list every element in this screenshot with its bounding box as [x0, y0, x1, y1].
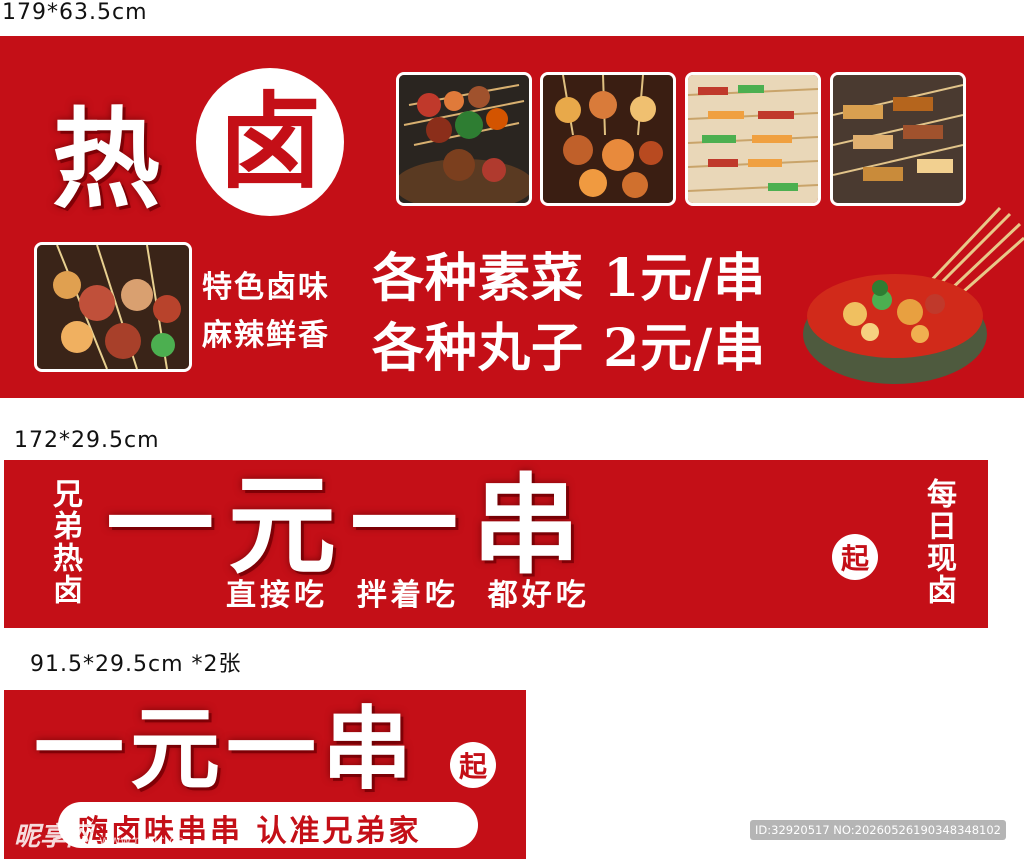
- banner1-price-line-1: 各种素菜 1元/串: [372, 248, 767, 309]
- banner1-slogan-line-1: 特色卤味: [202, 270, 330, 305]
- banner2-headline: 一元一串: [106, 463, 595, 589]
- banner1-title-char-2: 卤: [217, 80, 322, 203]
- watermark-id-text: ID:32920517 NO:20260526190348348102: [755, 823, 1001, 837]
- banner2-left-vertical-text: 兄弟热卤: [47, 478, 82, 606]
- banner1-title-char-1: 热: [52, 97, 161, 223]
- banner2-size-label: 172*29.5cm: [14, 428, 160, 453]
- watermark-logo: 昵享网 www.nipic.cn: [14, 816, 184, 853]
- banner2-right-vertical-text: 每日现卤: [921, 478, 956, 606]
- banner2-badge: 起: [832, 534, 878, 580]
- skewer-display-photo: [830, 72, 966, 206]
- banner1-slogan-line-2: 麻辣鲜香: [202, 318, 330, 353]
- banner3-size-label: 91.5*29.5cm *2张: [30, 652, 242, 677]
- banner2-badge-text: 起: [840, 542, 869, 575]
- watermark-logo-text: 昵享网: [14, 822, 93, 852]
- skewer-rows-photo: [685, 72, 821, 206]
- meatball-skewers-photo: [34, 242, 192, 372]
- banner1-title-circle: 卤: [196, 68, 344, 216]
- watermark-id: ID:32920517 NO:20260526190348348102: [750, 820, 1006, 840]
- braised-skewers-photo: [540, 72, 676, 206]
- watermark-url: www.nipic.cn: [99, 834, 185, 849]
- skewer-plate-photo: [396, 72, 532, 206]
- banner3-badge: 起: [450, 742, 496, 788]
- banner2-subline: 直接吃 拌着吃 都好吃: [226, 578, 590, 613]
- banner3-badge-text: 起: [458, 750, 487, 783]
- banner1-size-label: 179*63.5cm: [2, 0, 148, 25]
- banner1: 热 卤 特色卤味 麻辣鲜香 各种素菜 1元/串 各种丸子 2元/串: [0, 36, 1024, 398]
- banner3-headline: 一元一串: [34, 696, 418, 802]
- banner2: 兄弟热卤 一元一串 起 直接吃 拌着吃 都好吃 每日现卤: [4, 460, 988, 628]
- banner1-price-line-2: 各种丸子 2元/串: [372, 318, 767, 379]
- spicy-bowl-photo: [800, 204, 1024, 398]
